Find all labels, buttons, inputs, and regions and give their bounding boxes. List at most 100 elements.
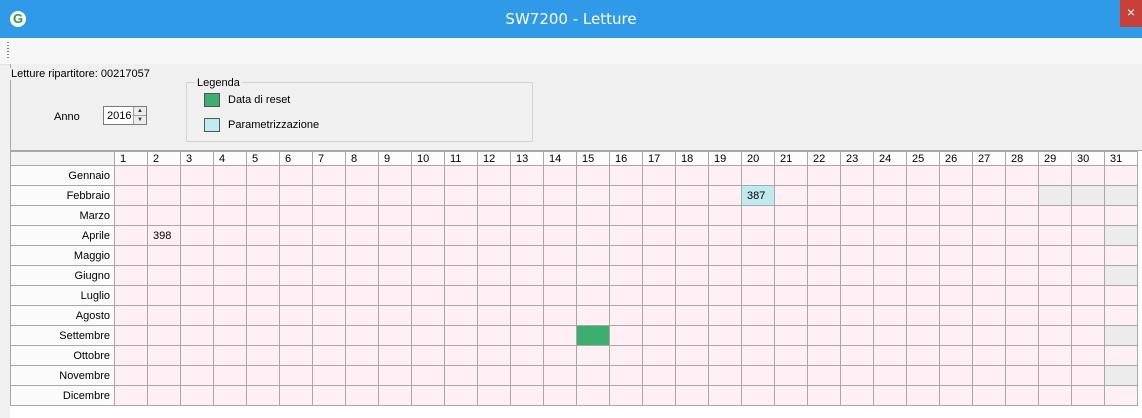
day-cell[interactable] [609, 225, 643, 246]
day-cell[interactable] [972, 245, 1006, 266]
day-cell[interactable] [246, 265, 280, 286]
day-cell[interactable] [774, 285, 808, 306]
year-value[interactable]: 2016 [107, 110, 131, 122]
day-cell[interactable] [345, 345, 379, 366]
day-cell[interactable] [378, 165, 412, 186]
day-cell[interactable] [840, 305, 874, 326]
day-cell[interactable] [510, 265, 544, 286]
day-cell[interactable] [609, 325, 643, 346]
day-cell[interactable] [543, 325, 577, 346]
day-cell[interactable] [1005, 305, 1039, 326]
day-cell[interactable] [378, 225, 412, 246]
day-cell[interactable] [1104, 385, 1138, 406]
day-cell[interactable] [510, 245, 544, 266]
day-cell[interactable] [510, 185, 544, 206]
day-cell[interactable] [576, 365, 610, 386]
day-cell[interactable] [609, 205, 643, 226]
day-cell[interactable] [312, 245, 346, 266]
day-cell[interactable] [972, 205, 1006, 226]
day-cell[interactable] [675, 205, 709, 226]
day-cell[interactable] [1038, 385, 1072, 406]
day-cell[interactable] [972, 365, 1006, 386]
day-cell[interactable] [444, 345, 478, 366]
day-cell[interactable] [609, 305, 643, 326]
day-cell[interactable] [279, 365, 313, 386]
day-cell[interactable] [345, 365, 379, 386]
day-cell[interactable] [444, 305, 478, 326]
day-cell[interactable] [840, 345, 874, 366]
day-cell[interactable] [147, 325, 181, 346]
day-cell[interactable] [378, 205, 412, 226]
day-cell[interactable] [312, 225, 346, 246]
day-cell[interactable] [147, 305, 181, 326]
day-cell[interactable] [114, 365, 148, 386]
day-cell[interactable] [246, 285, 280, 306]
day-cell[interactable] [543, 385, 577, 406]
day-cell[interactable] [906, 225, 940, 246]
day-cell[interactable] [477, 185, 511, 206]
day-cell[interactable] [873, 385, 907, 406]
day-cell[interactable] [708, 205, 742, 226]
day-cell[interactable] [807, 185, 841, 206]
day-cell[interactable] [510, 285, 544, 306]
day-cell[interactable] [312, 345, 346, 366]
day-cell[interactable] [675, 225, 709, 246]
day-cell[interactable] [444, 265, 478, 286]
day-cell[interactable] [1038, 205, 1072, 226]
day-cell[interactable] [807, 225, 841, 246]
day-cell[interactable] [213, 305, 247, 326]
day-cell[interactable] [642, 245, 676, 266]
day-cell[interactable] [180, 345, 214, 366]
day-cell[interactable] [411, 245, 445, 266]
day-cell[interactable] [642, 385, 676, 406]
day-cell[interactable] [1038, 285, 1072, 306]
day-cell[interactable] [939, 325, 973, 346]
day-cell[interactable] [741, 345, 775, 366]
day-cell[interactable] [774, 265, 808, 286]
day-cell[interactable] [972, 345, 1006, 366]
day-cell[interactable] [543, 165, 577, 186]
day-cell[interactable] [576, 185, 610, 206]
day-cell[interactable] [510, 205, 544, 226]
day-cell[interactable] [972, 165, 1006, 186]
day-cell[interactable] [213, 285, 247, 306]
day-cell[interactable] [774, 385, 808, 406]
day-cell[interactable] [741, 285, 775, 306]
day-cell[interactable] [939, 305, 973, 326]
day-cell[interactable] [873, 265, 907, 286]
day-cell[interactable] [477, 245, 511, 266]
day-cell[interactable] [708, 285, 742, 306]
day-cell[interactable] [543, 365, 577, 386]
day-cell[interactable] [873, 345, 907, 366]
day-cell[interactable] [576, 225, 610, 246]
day-cell[interactable] [840, 385, 874, 406]
day-cell[interactable] [1071, 385, 1105, 406]
day-cell[interactable] [708, 385, 742, 406]
day-cell[interactable] [675, 385, 709, 406]
day-cell[interactable] [840, 225, 874, 246]
day-cell[interactable] [1071, 345, 1105, 366]
day-cell[interactable] [477, 305, 511, 326]
reading-cell[interactable]: 398 [147, 225, 181, 246]
day-cell[interactable] [543, 245, 577, 266]
day-cell[interactable] [444, 325, 478, 346]
day-cell[interactable] [1038, 265, 1072, 286]
day-cell[interactable] [312, 165, 346, 186]
day-cell[interactable] [1071, 285, 1105, 306]
day-cell[interactable] [774, 345, 808, 366]
day-cell[interactable] [114, 325, 148, 346]
day-cell[interactable] [972, 265, 1006, 286]
day-cell[interactable] [906, 185, 940, 206]
day-cell[interactable] [444, 185, 478, 206]
day-cell[interactable] [213, 245, 247, 266]
day-cell[interactable] [411, 185, 445, 206]
day-cell[interactable] [411, 165, 445, 186]
day-cell[interactable] [1071, 205, 1105, 226]
day-cell[interactable] [147, 365, 181, 386]
day-cell[interactable] [840, 265, 874, 286]
day-cell[interactable] [774, 205, 808, 226]
day-cell[interactable] [972, 185, 1006, 206]
day-cell[interactable] [873, 285, 907, 306]
day-cell[interactable] [147, 205, 181, 226]
day-cell[interactable] [1104, 365, 1138, 386]
